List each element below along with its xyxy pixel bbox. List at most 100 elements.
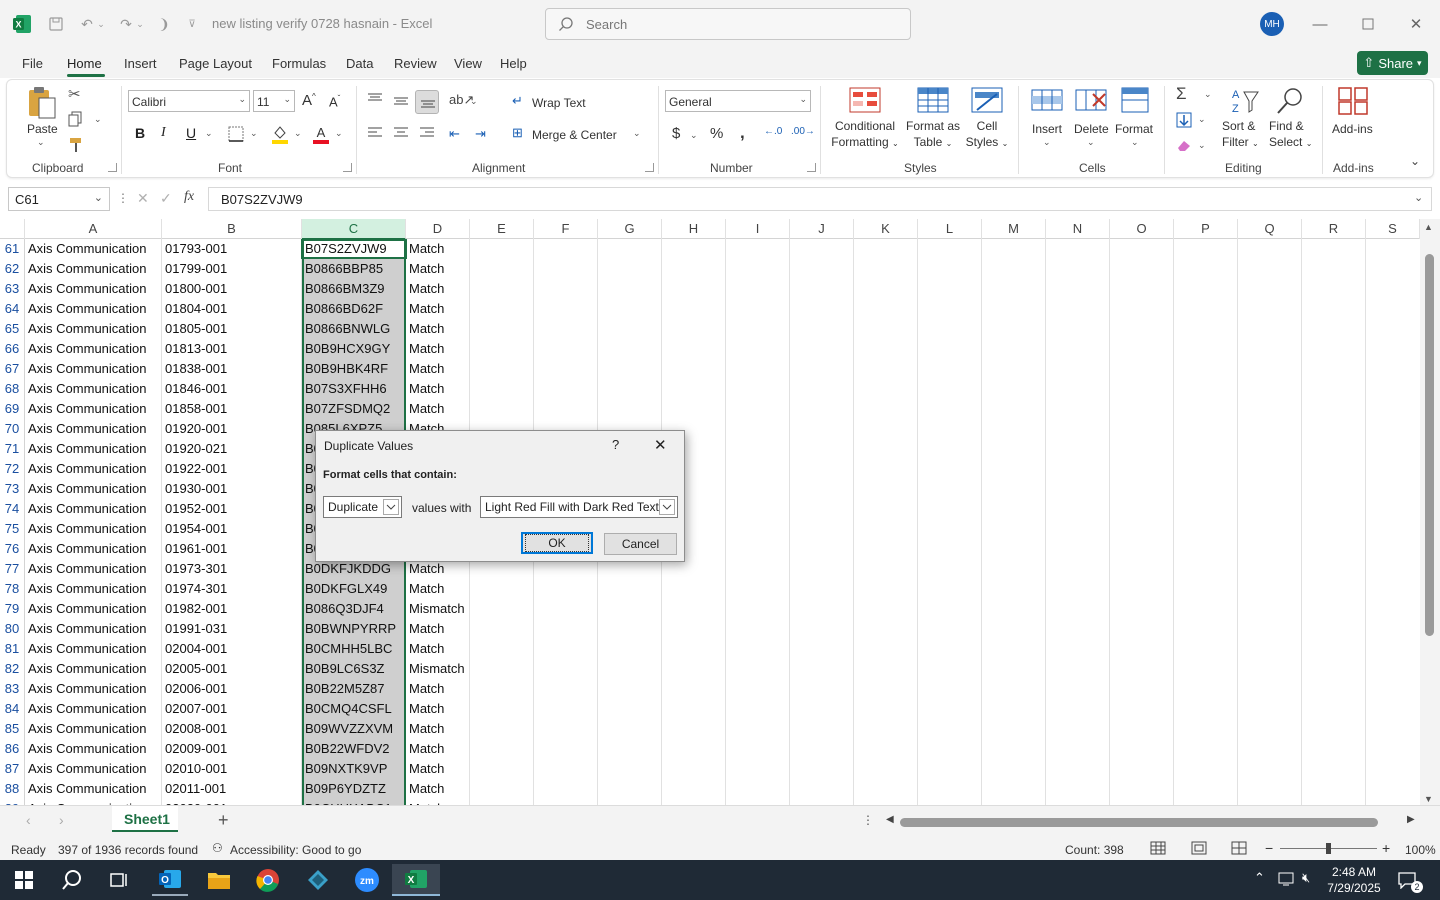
delete-cells-button[interactable]: Delete [1074, 122, 1109, 136]
prev-sheet-icon[interactable]: ‹ [26, 812, 31, 828]
autosum-icon[interactable]: Σ [1176, 84, 1187, 104]
expand-formula-icon[interactable]: ⌄ [1414, 191, 1423, 204]
fill-color-icon[interactable] [271, 124, 289, 144]
row-header[interactable]: 79 [0, 599, 25, 619]
increase-font-icon[interactable]: A^ [302, 92, 316, 109]
cell-b[interactable]: 02006-001 [162, 679, 302, 699]
cell-a[interactable]: Axis Communication [25, 499, 162, 519]
cell-a[interactable]: Axis Communication [25, 639, 162, 659]
cell-b[interactable]: 01952-001 [162, 499, 302, 519]
redo-dropdown-icon[interactable]: ⌄ [134, 12, 146, 36]
cell-a[interactable]: Axis Communication [25, 459, 162, 479]
search-box[interactable]: Search [545, 8, 911, 40]
wrap-text-icon[interactable]: ↵ [512, 93, 523, 109]
fill-color-dropdown-icon[interactable]: ⌄ [294, 128, 302, 139]
scroll-down-icon[interactable]: ▼ [1424, 794, 1433, 804]
underline-button[interactable]: U [186, 125, 196, 141]
column-header-e[interactable]: E [470, 219, 534, 239]
align-top-icon[interactable] [367, 92, 383, 106]
task-view-icon[interactable] [101, 864, 137, 896]
row-header[interactable]: 75 [0, 519, 25, 539]
cell-b[interactable]: 01804-001 [162, 299, 302, 319]
italic-button[interactable]: I [161, 125, 166, 141]
format-as-table-button[interactable]: Format as Table ⌄ [902, 118, 964, 152]
cell-c[interactable]: B09WVZZXVM [302, 719, 406, 739]
row-header[interactable]: 65 [0, 319, 25, 339]
cell-a[interactable]: Axis Communication [25, 719, 162, 739]
normal-view-icon[interactable] [1150, 841, 1166, 855]
underline-dropdown-icon[interactable]: ⌄ [205, 128, 213, 139]
row-header[interactable]: 72 [0, 459, 25, 479]
row-header[interactable]: 87 [0, 759, 25, 779]
cell-a[interactable]: Axis Communication [25, 759, 162, 779]
column-header-f[interactable]: F [534, 219, 598, 239]
show-hidden-icons-icon[interactable]: ⌃ [1254, 870, 1265, 886]
align-middle-icon[interactable] [393, 94, 409, 108]
confirm-entry-icon[interactable]: ✓ [160, 190, 172, 207]
cell-b[interactable]: 02010-001 [162, 759, 302, 779]
cell-b[interactable]: 01846-001 [162, 379, 302, 399]
cancel-entry-icon[interactable]: ✕ [137, 190, 149, 207]
scroll-right-icon[interactable]: ▶ [1407, 814, 1415, 825]
minimize-icon[interactable]: — [1308, 12, 1332, 36]
column-header-p[interactable]: P [1174, 219, 1238, 239]
row-header[interactable]: 82 [0, 659, 25, 679]
cell-d[interactable]: Mismatch [406, 659, 486, 679]
decrease-indent-icon[interactable]: ⇤ [449, 126, 460, 142]
cell-c[interactable]: B0866BBP85 [302, 259, 406, 279]
column-header-l[interactable]: L [918, 219, 982, 239]
cell-a[interactable]: Axis Communication [25, 379, 162, 399]
cell-a[interactable]: Axis Communication [25, 279, 162, 299]
merge-center-button[interactable]: Merge & Center [532, 128, 617, 142]
paste-icon[interactable] [26, 86, 58, 120]
cell-c[interactable]: B0866BD62F [302, 299, 406, 319]
row-header[interactable]: 81 [0, 639, 25, 659]
font-size-select[interactable]: 11 ⌄ [253, 90, 295, 112]
percent-icon[interactable]: % [710, 125, 723, 142]
row-header[interactable]: 67 [0, 359, 25, 379]
cell-a[interactable]: Axis Communication [25, 619, 162, 639]
font-color-icon[interactable]: A [312, 124, 330, 144]
cell-c[interactable]: B0B22WFDV2 [302, 739, 406, 759]
cell-d[interactable]: Match [406, 319, 486, 339]
cell-b[interactable]: 01954-001 [162, 519, 302, 539]
row-header[interactable]: 74 [0, 499, 25, 519]
tab-insert[interactable]: Insert [124, 56, 157, 71]
customize-toolbar-icon[interactable]: ⊽ [180, 12, 204, 36]
cell-a[interactable]: Axis Communication [25, 319, 162, 339]
orientation-dropdown-icon[interactable]: ⌄ [470, 96, 478, 107]
add-ins-button[interactable]: Add-ins [1332, 122, 1373, 136]
cell-b[interactable]: 02007-001 [162, 699, 302, 719]
cell-b[interactable]: 02009-001 [162, 739, 302, 759]
cell-a[interactable]: Axis Communication [25, 599, 162, 619]
copy-dropdown-icon[interactable]: ⌄ [94, 114, 102, 125]
cell-c[interactable]: B0866BM3Z9 [302, 279, 406, 299]
cell-b[interactable]: 01922-001 [162, 459, 302, 479]
duplicate-type-select[interactable]: Duplicate [323, 496, 402, 518]
collapse-ribbon-icon[interactable]: ⌄ [1410, 154, 1420, 168]
font-name-select[interactable]: Calibri ⌄ [128, 90, 250, 112]
format-dropdown-icon[interactable]: ⌄ [1131, 137, 1139, 148]
more-options-icon[interactable]: ⋮ [117, 191, 129, 205]
row-header[interactable]: 71 [0, 439, 25, 459]
copy-icon[interactable] [68, 111, 84, 127]
column-header-g[interactable]: G [598, 219, 662, 239]
column-header-s[interactable]: S [1366, 219, 1420, 239]
sheet-tab-sheet1[interactable]: Sheet1 [112, 806, 178, 832]
row-header[interactable]: 62 [0, 259, 25, 279]
next-sheet-icon[interactable]: › [59, 812, 64, 828]
cell-b[interactable]: 02008-001 [162, 719, 302, 739]
horizontal-scroll-thumb[interactable] [900, 818, 1378, 827]
cell-c[interactable]: B0BWNPYRRP [302, 619, 406, 639]
excel-taskbar-icon[interactable]: X [392, 864, 440, 896]
tab-formulas[interactable]: Formulas [272, 56, 326, 71]
autosum-dropdown-icon[interactable]: ⌄ [1204, 89, 1212, 100]
repeat-icon[interactable]: ❩ [152, 12, 176, 36]
network-icon[interactable] [1278, 871, 1296, 887]
cell-d[interactable]: Match [406, 279, 486, 299]
insert-function-button[interactable]: fx [184, 189, 194, 205]
font-color-dropdown-icon[interactable]: ⌄ [335, 128, 343, 139]
tab-data[interactable]: Data [346, 56, 373, 71]
select-all-corner[interactable] [0, 219, 25, 239]
column-header-k[interactable]: K [854, 219, 918, 239]
